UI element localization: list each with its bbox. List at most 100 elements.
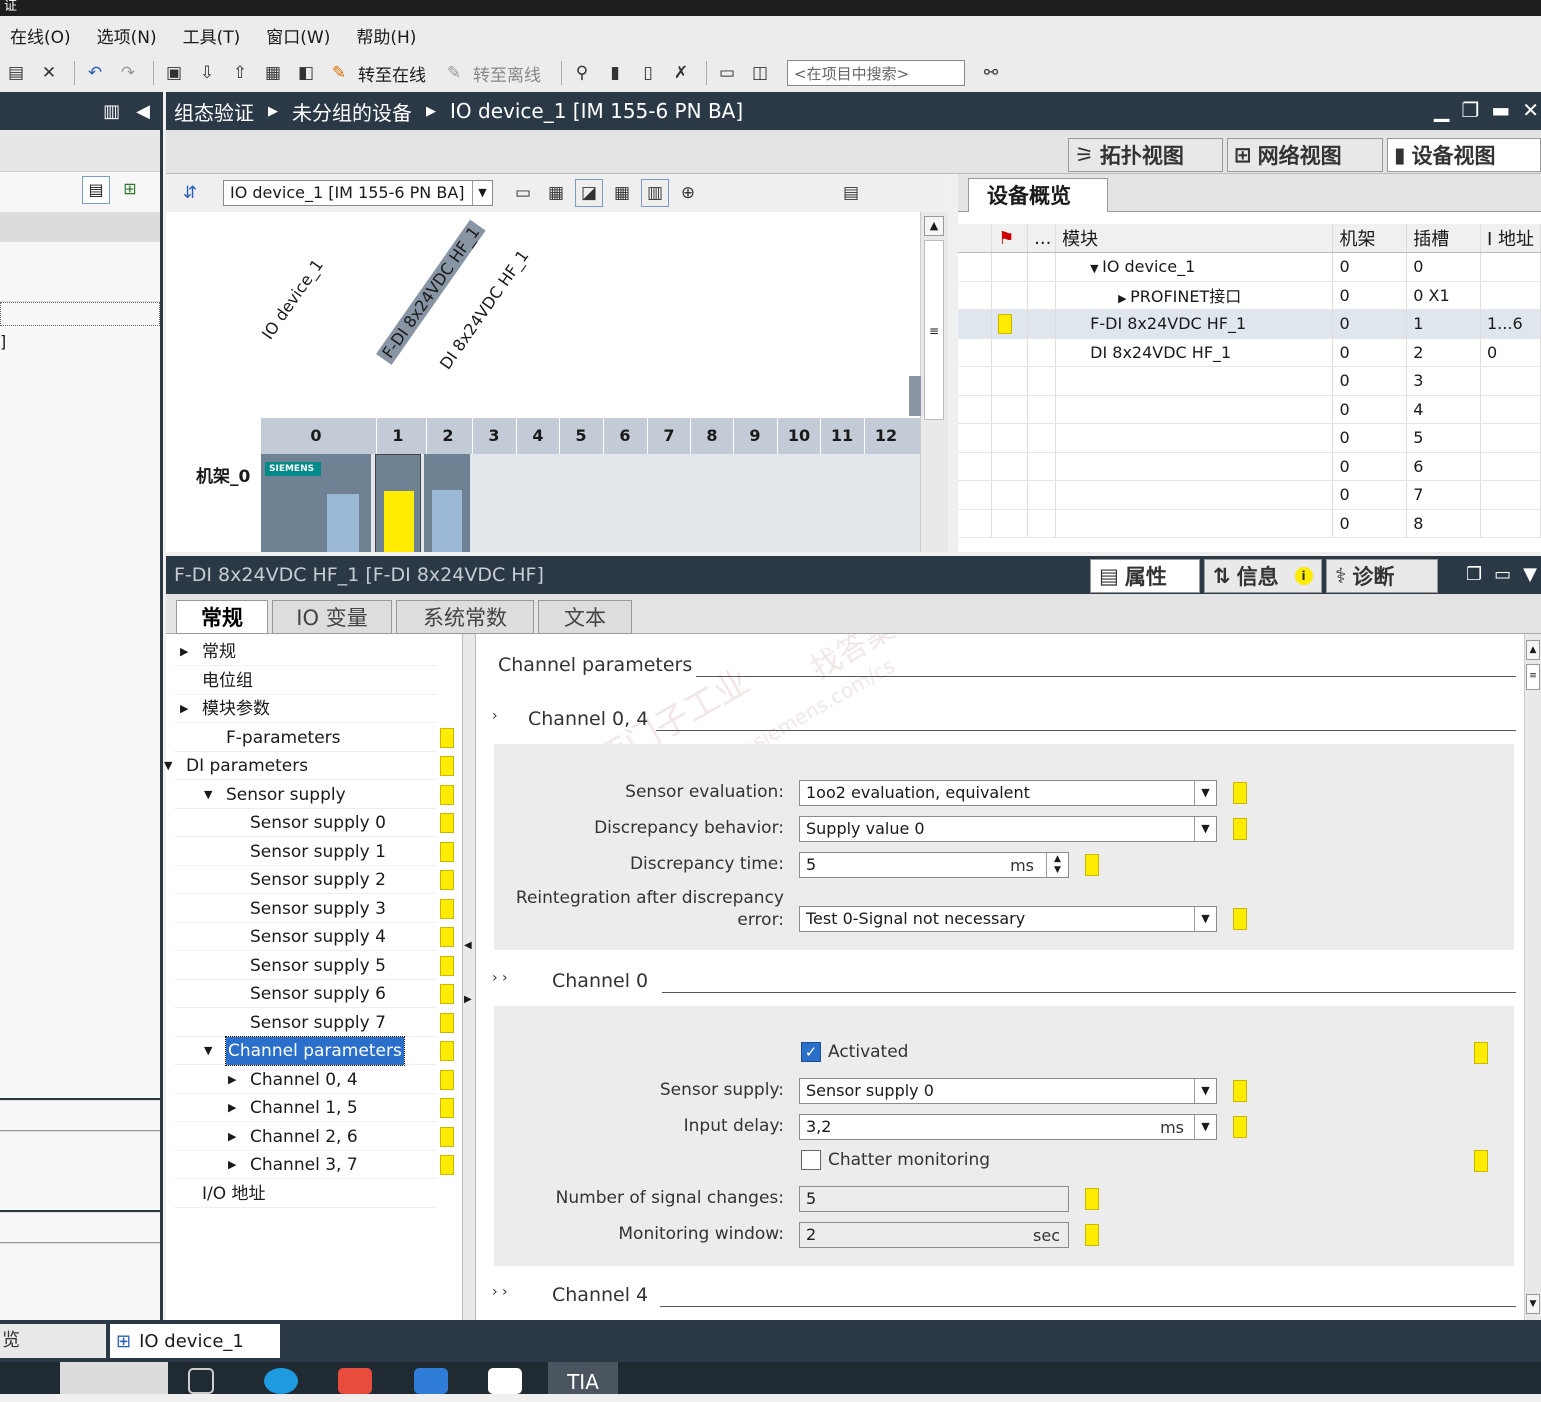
nav-item[interactable]: Sensor supply 6 xyxy=(174,980,436,1008)
chevron-right-icon[interactable]: › xyxy=(492,708,498,724)
move-device-icon[interactable]: ⇵ xyxy=(176,179,204,207)
chevron-down-icon[interactable]: ▼ xyxy=(204,781,212,809)
delete-icon[interactable]: ✕ xyxy=(35,59,63,87)
nav-item[interactable]: Sensor supply 4 xyxy=(174,923,436,951)
breadcrumb-device[interactable]: IO device_1 [IM 155-6 PN BA] xyxy=(450,99,743,123)
nav-item[interactable]: Sensor supply 2 xyxy=(174,866,436,894)
chevron-right-icon[interactable]: ▶ xyxy=(228,1094,236,1122)
project-tree-row-selected[interactable] xyxy=(0,302,160,326)
chevron-down-icon[interactable]: ▼ xyxy=(164,752,172,780)
float-icon[interactable]: ❐ xyxy=(1461,98,1479,122)
tab-diagnostics[interactable]: ⚕ 诊断 xyxy=(1326,559,1438,593)
reintegration-select[interactable]: Test 0-Signal not necessary ▼ xyxy=(799,906,1217,932)
activated-checkbox[interactable]: ✓ xyxy=(801,1042,821,1062)
collapse-panel-icon[interactable]: ▥ xyxy=(103,101,120,122)
input-delay-select[interactable]: 3,2 ms ▼ xyxy=(799,1114,1217,1140)
nav-item[interactable]: ▶ Channel 1, 5 xyxy=(174,1094,436,1122)
grid-icon[interactable]: ▦ xyxy=(608,179,636,207)
chevron-down-icon[interactable]: ▼ xyxy=(1194,1115,1216,1139)
table-row[interactable]: 04 xyxy=(958,395,1541,424)
project-search-input[interactable]: <在项目中搜索> xyxy=(787,60,965,86)
chevron-right-icon[interactable]: ▶ xyxy=(180,638,188,666)
content-scrollbar[interactable]: ▲ ≡ ▼ xyxy=(1524,634,1541,1320)
tab-io-tags[interactable]: IO 变量 xyxy=(272,600,392,634)
details-view-icon[interactable]: ▤ xyxy=(82,176,110,204)
show-modules-icon[interactable]: ◪ xyxy=(575,179,603,207)
stop-cpu-icon[interactable]: ▯ xyxy=(634,59,662,87)
chevron-left-icon[interactable]: ◀ xyxy=(136,101,150,122)
chevron-down-icon[interactable]: ▼ xyxy=(472,181,492,205)
tab-network-view[interactable]: ⊞ 网络视图 xyxy=(1227,138,1383,172)
nav-item[interactable]: ▼ DI parameters xyxy=(164,752,436,780)
koala-thumbnail[interactable] xyxy=(60,1362,168,1394)
mail-icon[interactable] xyxy=(414,1368,448,1394)
chevron-down-icon[interactable]: ▼ xyxy=(1194,907,1216,931)
chevron-right-icon[interactable]: ▶ xyxy=(180,695,188,723)
nav-item[interactable]: Sensor supply 5 xyxy=(174,952,436,980)
scroll-thumb[interactable]: ≡ xyxy=(1526,664,1540,690)
expand-icon[interactable]: ▼ xyxy=(1090,262,1102,275)
overview-toggle-icon[interactable]: ▤ xyxy=(837,179,865,207)
tab-texts[interactable]: 文本 xyxy=(538,600,632,634)
head-module[interactable]: SIEMENS xyxy=(261,454,371,552)
nav-item[interactable]: ▶ 模块参数 xyxy=(174,695,436,723)
tia-taskbar-button[interactable]: TIA xyxy=(548,1362,618,1394)
show-names-icon[interactable]: ▦ xyxy=(542,179,570,207)
accessible-devices-icon[interactable]: ⚲ xyxy=(568,59,596,87)
scroll-thumb[interactable]: ≡ xyxy=(924,240,944,420)
copy-icon[interactable]: ▤ xyxy=(2,59,30,87)
tab-info[interactable]: ⇅ 信息 i xyxy=(1204,559,1322,593)
redo-icon[interactable]: ↷ xyxy=(114,59,142,87)
nav-item[interactable]: Sensor supply 0 xyxy=(174,809,436,837)
table-row[interactable]: ▶ PROFINET接口 0 0 X1 xyxy=(958,281,1541,310)
app-icon[interactable] xyxy=(488,1368,522,1394)
menu-options[interactable]: 选项(N) xyxy=(97,23,157,48)
fdi-module[interactable] xyxy=(375,454,421,552)
split-horizontal-icon[interactable]: ▭ xyxy=(713,59,741,87)
minimize-icon[interactable]: ▭ xyxy=(1494,564,1511,585)
channel0-title[interactable]: Channel 0 xyxy=(552,970,648,992)
portal-view-button[interactable]: 览 xyxy=(0,1324,106,1358)
nav-item[interactable]: I/O 地址 xyxy=(174,1180,436,1208)
table-row[interactable]: 07 xyxy=(958,480,1541,510)
editor-tab-io-device[interactable]: ⊞ IO device_1 xyxy=(110,1324,280,1358)
download-icon[interactable]: ⇩ xyxy=(193,59,221,87)
chevron-right-icon[interactable]: ▶ xyxy=(464,994,472,1005)
chatter-monitoring-checkbox[interactable] xyxy=(801,1150,821,1170)
task-view-icon[interactable] xyxy=(188,1368,214,1394)
panel-icon[interactable]: ▥ xyxy=(641,179,669,207)
breadcrumb-project[interactable]: 组态验证 xyxy=(174,97,254,126)
chevron-down-icon[interactable]: ▼ xyxy=(1194,781,1216,805)
nav-item[interactable]: ▶ Channel 2, 6 xyxy=(174,1123,436,1151)
canvas-splitter[interactable] xyxy=(909,376,921,416)
table-row[interactable]: 05 xyxy=(958,423,1541,453)
di-module[interactable] xyxy=(424,454,470,552)
chevron-right-icon[interactable]: › › xyxy=(492,970,508,986)
device-canvas[interactable]: IO device_1 F-DI 8x24VDC HF_1 DI 8x24VDC… xyxy=(166,212,920,552)
start-cpu-icon[interactable]: ▮ xyxy=(601,59,629,87)
device-select[interactable]: IO device_1 [IM 155-6 PN BA] ▼ xyxy=(223,180,493,206)
channel4-title[interactable]: Channel 4 xyxy=(552,1284,648,1306)
chevron-down-icon[interactable]: ▼ xyxy=(1194,817,1216,841)
nav-item[interactable]: ▶ Channel 0, 4 xyxy=(174,1066,436,1094)
chevron-right-icon[interactable]: › › xyxy=(492,1284,508,1300)
float-icon[interactable]: ❐ xyxy=(1466,564,1482,585)
edge-icon[interactable] xyxy=(264,1368,298,1394)
upload-icon[interactable]: ⇧ xyxy=(226,59,254,87)
menu-tools[interactable]: 工具(T) xyxy=(183,23,241,48)
maximize-icon[interactable]: ▬ xyxy=(1491,98,1510,122)
go-online-button[interactable]: 转至在线 xyxy=(358,61,426,86)
go-online-icon[interactable]: ✎ xyxy=(325,59,353,87)
scroll-up-icon[interactable]: ▲ xyxy=(1526,640,1540,660)
nav-item[interactable]: Sensor supply 3 xyxy=(174,895,436,923)
tab-device-overview[interactable]: 设备概览 xyxy=(968,178,1108,212)
sensor-evaluation-select[interactable]: 1oo2 evaluation, equivalent ▼ xyxy=(799,780,1217,806)
go-offline-button[interactable]: 转至离线 xyxy=(473,61,541,86)
menu-help[interactable]: 帮助(H) xyxy=(356,23,416,48)
table-row[interactable]: 06 xyxy=(958,452,1541,481)
table-row[interactable]: F-DI 8x24VDC HF_1 0 1 1...6 xyxy=(958,309,1541,339)
nav-item[interactable]: ▶ 常规 xyxy=(174,638,436,666)
tab-device-view[interactable]: ▮ 设备视图 xyxy=(1387,138,1541,172)
compile-icon[interactable]: ▣ xyxy=(160,59,188,87)
menu-window[interactable]: 窗口(W) xyxy=(266,23,330,48)
